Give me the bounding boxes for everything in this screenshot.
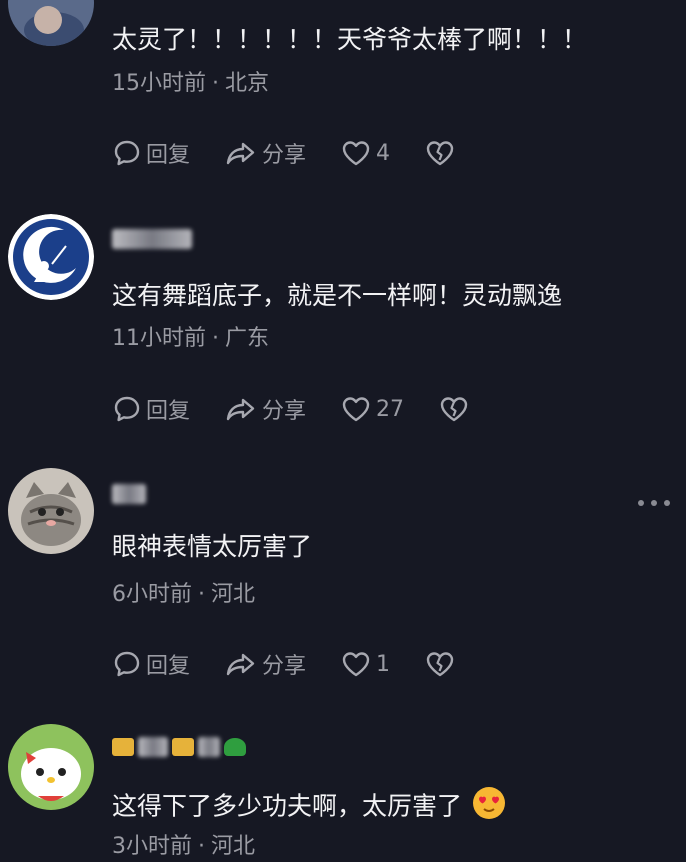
reply-label: 回复 [146, 654, 191, 679]
blurred-username [112, 484, 146, 504]
comment-location: 河北 [211, 834, 256, 859]
comment-meta: 11小时前 · 广东 [112, 324, 269, 354]
comment-time: 3小时前 [112, 834, 192, 859]
heart-outline-icon [342, 652, 370, 677]
blurred-username [138, 737, 168, 757]
meta-separator: · [212, 71, 219, 96]
broken-heart-icon [426, 652, 454, 677]
comment-item: 太灵了！！！！！！天爷爷太棒了啊！！！ 15小时前 · 北京 回复 分享 4 [0, 0, 686, 200]
comment-item: 这有舞蹈底子，就是不一样啊！灵动飘逸 11小时前 · 广东 回复 分享 27 [0, 210, 686, 450]
like-count: 27 [376, 396, 405, 422]
comment-actions: 回复 分享 27 [112, 392, 504, 426]
comment-location: 河北 [211, 582, 256, 607]
avatar[interactable] [8, 468, 94, 554]
like-count: 4 [376, 140, 391, 166]
more-dots-icon[interactable] [638, 497, 670, 509]
heart-outline-icon [342, 141, 370, 166]
like-button[interactable]: 4 [340, 138, 390, 168]
comment-meta: 15小时前 · 北京 [112, 69, 269, 99]
like-count: 1 [376, 651, 391, 677]
share-arrow-icon [226, 142, 255, 165]
comment-item: 这得下了多少功夫啊，太厉害了 3小时前 · 河北 [0, 720, 686, 859]
comment-text: 这得下了多少功夫啊，太厉害了 [112, 786, 506, 829]
comment-bubble-icon [114, 140, 140, 166]
comment-text: 眼神表情太厉害了 [112, 532, 313, 561]
avatar[interactable] [8, 724, 94, 810]
username[interactable] [112, 734, 246, 760]
meta-separator: · [198, 582, 205, 607]
crown-badge-icon [112, 738, 134, 756]
comment-text: 这有舞蹈底子，就是不一样啊！灵动飘逸 [112, 281, 563, 310]
comment-meta: 6小时前 · 河北 [112, 580, 255, 610]
reply-button[interactable]: 回复 [112, 137, 190, 169]
reply-button[interactable]: 回复 [112, 648, 190, 680]
broken-heart-icon [426, 141, 454, 166]
share-label: 分享 [262, 143, 307, 168]
meta-separator: · [212, 326, 219, 351]
comment-item: 眼神表情太厉害了 6小时前 · 河北 回复 分享 1 [0, 465, 686, 705]
comment-actions: 回复 分享 4 [112, 136, 490, 170]
share-button[interactable]: 分享 [224, 137, 306, 169]
crown-badge-icon [172, 738, 194, 756]
reply-button[interactable]: 回复 [112, 393, 190, 425]
avatar[interactable] [8, 0, 94, 46]
blurred-username [112, 229, 192, 249]
comment-actions: 回复 分享 1 [112, 647, 490, 681]
dislike-button[interactable] [424, 649, 456, 679]
comment-text-content: 这得下了多少功夫啊，太厉害了 [112, 791, 463, 821]
like-button[interactable]: 1 [340, 649, 390, 679]
reply-label: 回复 [146, 399, 191, 424]
comment-bubble-icon [114, 651, 140, 677]
comment-time: 11小时前 [112, 326, 206, 351]
like-button[interactable]: 27 [340, 394, 404, 424]
username[interactable] [112, 481, 146, 507]
username[interactable] [112, 226, 192, 252]
share-arrow-icon [226, 653, 255, 676]
dislike-button[interactable] [424, 138, 456, 168]
dislike-button[interactable] [438, 394, 470, 424]
share-label: 分享 [262, 399, 307, 424]
comment-text: 太灵了！！！！！！天爷爷太棒了啊！！！ [112, 25, 588, 54]
comment-location: 广东 [225, 326, 270, 351]
share-button[interactable]: 分享 [224, 393, 306, 425]
comment-bubble-icon [114, 396, 140, 422]
heart-eyes-emoji [472, 786, 506, 829]
avatar[interactable] [8, 214, 94, 300]
heart-outline-icon [342, 397, 370, 422]
share-label: 分享 [262, 654, 307, 679]
reply-label: 回复 [146, 143, 191, 168]
blurred-username [198, 737, 220, 757]
comment-location: 北京 [225, 71, 270, 96]
share-button[interactable]: 分享 [224, 648, 306, 680]
comment-time: 15小时前 [112, 71, 206, 96]
comment-time: 6小时前 [112, 582, 192, 607]
share-arrow-icon [226, 398, 255, 421]
broken-heart-icon [440, 397, 468, 422]
leaf-badge-icon [224, 738, 246, 756]
meta-separator: · [198, 834, 205, 859]
